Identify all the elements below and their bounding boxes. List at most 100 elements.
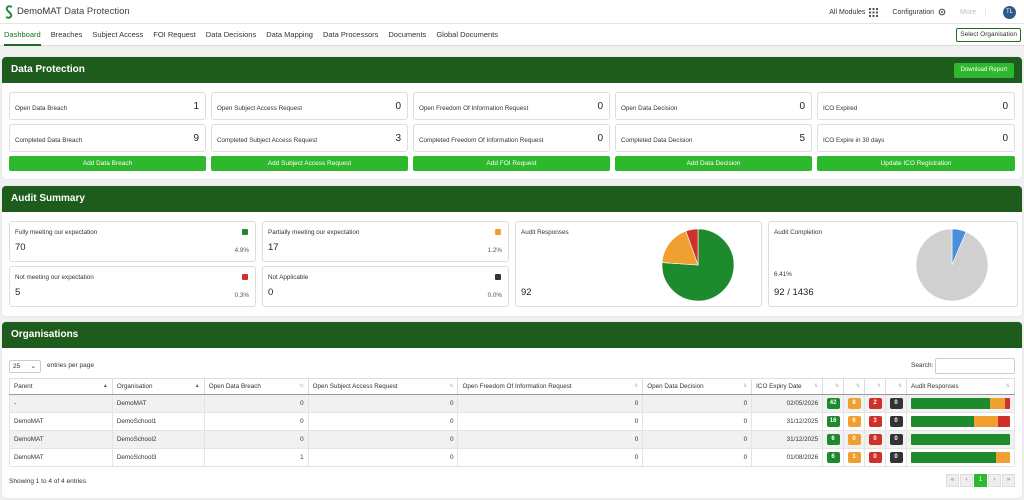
stat-label: Open Subject Access Request	[217, 105, 303, 112]
audit-card[interactable]: Fully meeting our expectation 70 4.9%	[9, 221, 256, 262]
audit-card[interactable]: Not meeting our expectation 5 0.3%	[9, 266, 256, 307]
panel-header: Audit Summary	[2, 186, 1022, 212]
add-data-breach-button[interactable]: Add Data Breach	[9, 156, 206, 171]
table-row[interactable]: - DemoMAT 0 0 0 0 02/05/2026 42 8 2 0	[9, 394, 1015, 413]
amber-count-badge: 1	[847, 452, 861, 463]
stat-card[interactable]: Completed Data Breach 9	[9, 124, 206, 152]
bar-segment	[911, 452, 996, 463]
column-header[interactable]: ⇅	[843, 378, 866, 395]
sort-icon: ⇅	[834, 383, 840, 389]
stat-value: 0	[395, 101, 401, 112]
stat-card[interactable]: ICO Expire in 30 days 0	[817, 124, 1015, 152]
add-subject-access-request-button[interactable]: Add Subject Access Request	[211, 156, 408, 171]
column-header[interactable]: Open Freedom Of Information Request ⇅	[457, 378, 644, 395]
foi-cell: 0	[457, 448, 644, 467]
nav-item-dashboard[interactable]: Dashboard	[4, 24, 41, 46]
column-header[interactable]: Open Data Decision ⇅	[642, 378, 753, 395]
green-count-badge: 6	[826, 452, 840, 463]
table-row[interactable]: DemoMAT DemoSchool1 0 0 0 0 31/12/2025 16 6 3 0	[9, 412, 1015, 431]
nav-item-data-decisions[interactable]: Data Decisions	[206, 24, 256, 46]
breach-cell: 0	[203, 394, 309, 413]
red-count-badge: 0	[868, 434, 882, 445]
decision-cell: 0	[642, 430, 753, 449]
audit-card[interactable]: Partially meeting our expectation 17 1.2%	[262, 221, 509, 262]
entries-per-page-select[interactable]: 25 ⌄	[9, 360, 41, 373]
bar-segment	[998, 416, 1010, 427]
nav-item-data-processors[interactable]: Data Processors	[323, 24, 378, 46]
column-header-label: Audit Responses	[911, 383, 959, 390]
stat-card[interactable]: Completed Subject Access Request 3	[211, 124, 408, 152]
add-data-decision-button[interactable]: Add Data Decision	[615, 156, 812, 171]
last-page-button[interactable]: »	[1002, 474, 1015, 487]
nav-item-breaches[interactable]: Breaches	[51, 24, 83, 46]
sar-cell: 0	[307, 448, 459, 467]
next-page-button[interactable]: ›	[988, 474, 1001, 487]
configuration-button[interactable]: Configuration	[892, 8, 946, 16]
column-header[interactable]: Parent ▲	[9, 378, 113, 395]
column-header[interactable]: Organisation ▲	[111, 378, 205, 395]
audit-completion-pie	[915, 228, 989, 302]
status-dot-icon	[495, 229, 501, 235]
audit-card[interactable]: Not Applicable 0 0.0%	[262, 266, 509, 307]
stat-card[interactable]: Open Data Decision 0	[615, 92, 812, 120]
pagination: «‹ 1 ›»	[945, 474, 1015, 487]
nav-item-global-documents[interactable]: Global Documents	[436, 24, 498, 46]
stat-label: ICO Expire in 30 days	[823, 137, 885, 144]
stat-card[interactable]: Open Subject Access Request 0	[211, 92, 408, 120]
stat-card[interactable]: Completed Freedom Of Information Request…	[413, 124, 610, 152]
select-organisation-button[interactable]: Select Organisation	[956, 28, 1021, 42]
stat-card[interactable]: Open Freedom Of Information Request 0	[413, 92, 610, 120]
breach-cell: 0	[203, 430, 309, 449]
entries-label: entries per page	[47, 362, 94, 369]
column-header-label: Open Freedom Of Information Request	[462, 383, 572, 390]
organisation-cell: DemoSchool1	[111, 412, 205, 431]
avatar[interactable]: TL	[1003, 5, 1016, 19]
stat-card[interactable]: Open Data Breach 1	[9, 92, 206, 120]
gear-icon	[938, 8, 946, 16]
column-header[interactable]: Open Data Breach ⇅	[203, 378, 309, 395]
stat-card[interactable]: ICO Expired 0	[817, 92, 1015, 120]
audit-summary-panel: Audit Summary Fully meeting our expectat…	[2, 186, 1022, 316]
table-row[interactable]: DemoMAT DemoSchool2 0 0 0 0 31/12/2025 6 0 0 0	[9, 430, 1015, 449]
audit-responses-cell	[906, 448, 1015, 467]
search-input[interactable]	[935, 358, 1015, 374]
sort-icon: ⇅	[876, 383, 882, 389]
stat-label: Open Freedom Of Information Request	[419, 105, 529, 112]
column-header[interactable]: ⇅	[885, 378, 908, 395]
sort-icon: ⇅	[813, 383, 819, 389]
amber-count-cell: 6	[843, 412, 866, 431]
nav-item-foi-request[interactable]: FOI Request	[153, 24, 196, 46]
column-header[interactable]: ⇅	[864, 378, 887, 395]
audit-card-label: Not meeting our expectation	[15, 274, 94, 281]
more-dots-icon: ⋮	[982, 9, 989, 16]
page-1-button[interactable]: 1	[974, 474, 987, 487]
organisation-cell: DemoSchool3	[111, 448, 205, 467]
status-dot-icon	[242, 229, 248, 235]
green-count-badge: 16	[826, 416, 840, 427]
stat-card[interactable]: Completed Data Decision 5	[615, 124, 812, 152]
audit-responses-cell	[906, 430, 1015, 449]
status-dot-icon	[495, 274, 501, 280]
column-header-label: Parent	[14, 383, 33, 390]
more-menu[interactable]: More ⋮	[960, 8, 989, 17]
all-modules-button[interactable]: All Modules	[829, 7, 879, 17]
nav-item-subject-access[interactable]: Subject Access	[92, 24, 143, 46]
green-count-cell: 6	[822, 448, 845, 467]
sort-icon: ⇅	[897, 383, 903, 389]
nav-item-data-mapping[interactable]: Data Mapping	[266, 24, 313, 46]
prev-page-button[interactable]: ‹	[960, 474, 973, 487]
add-foi-request-button[interactable]: Add FOI Request	[413, 156, 610, 171]
parent-cell: DemoMAT	[9, 412, 113, 431]
column-header[interactable]: Open Subject Access Request ⇅	[307, 378, 459, 395]
audit-card-label: Partially meeting our expectation	[268, 229, 360, 236]
bar-segment	[990, 398, 1006, 409]
table-row[interactable]: DemoMAT DemoSchool3 1 0 0 0 01/08/2026 6 1 0 0	[9, 448, 1015, 467]
first-page-button[interactable]: «	[946, 474, 959, 487]
sort-icon: ⇅	[449, 383, 454, 389]
column-header[interactable]: ICO Expiry Date ⇅	[751, 378, 824, 395]
nav-item-documents[interactable]: Documents	[388, 24, 426, 46]
download-report-button[interactable]: Download Report	[953, 63, 1014, 78]
column-header[interactable]: Audit Responses ⇅	[906, 378, 1015, 395]
update-ico-registration-button[interactable]: Update ICO Registration	[817, 156, 1015, 171]
column-header[interactable]: ⇅	[822, 378, 845, 395]
